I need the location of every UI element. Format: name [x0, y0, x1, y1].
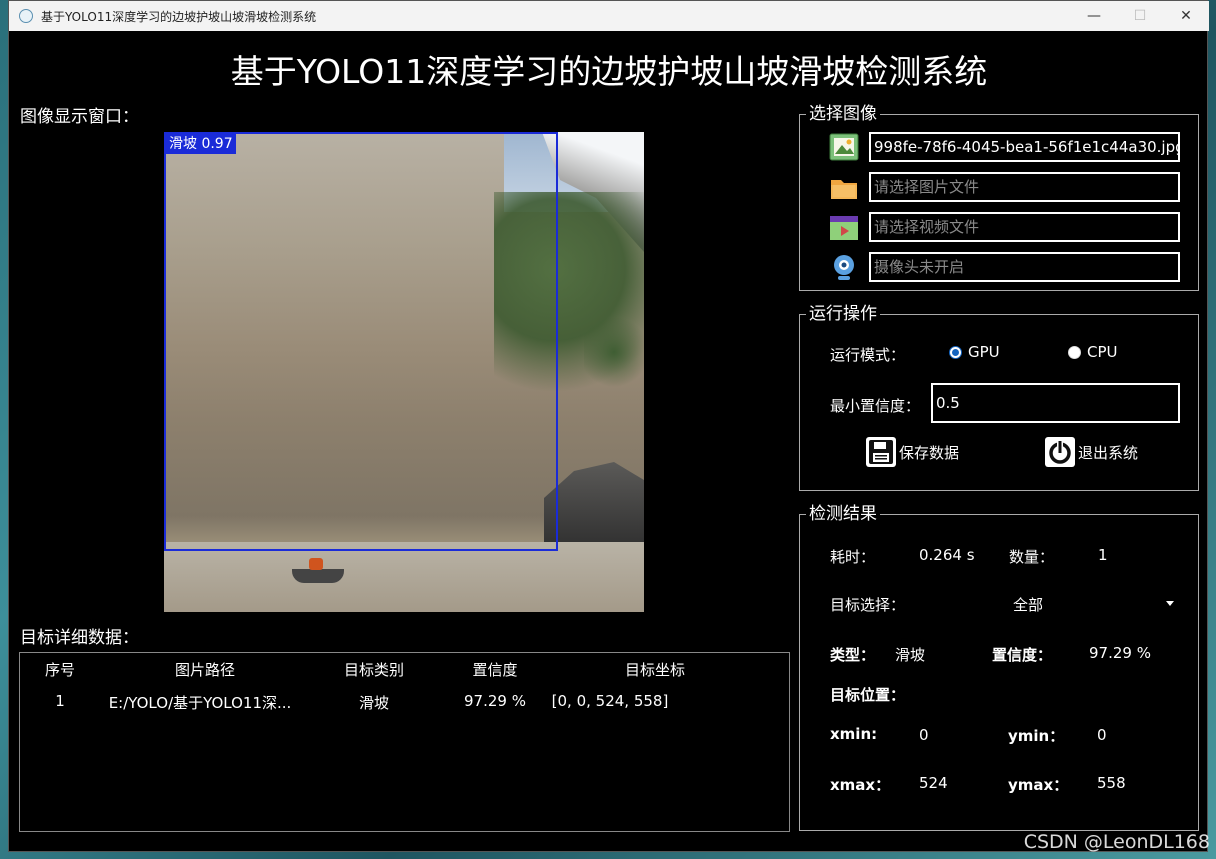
exit-system-label: 退出系统 [1078, 443, 1139, 462]
mode-label: 运行模式： [830, 346, 906, 364]
xmax-label: xmax： [830, 776, 891, 794]
ymin-value: 0 [1097, 726, 1107, 744]
count-value: 1 [1098, 546, 1108, 564]
app-icon [19, 9, 33, 23]
xmin-value: 0 [919, 726, 929, 744]
watermark: CSDN @LeonDL168 [1023, 831, 1210, 853]
power-icon [1045, 437, 1075, 467]
run-ops-group: 运行操作 运行模式： GPU CPU 最小置信度： 0.5 保存数据 退出系统 [799, 303, 1199, 491]
detection-table: 序号 图片路径 目标类别 置信度 目标坐标 1 E:/YOLO/基于YOLO11… [19, 652, 790, 832]
table-cell-class: 滑坡 [358, 694, 389, 712]
results-group: 检测结果 耗时： 0.264 s 数量： 1 目标选择： 全部 类型： 滑坡 置… [799, 503, 1199, 831]
camera-icon[interactable] [829, 252, 859, 282]
image-vegetation-2 [584, 312, 644, 392]
image-rocks [544, 462, 644, 552]
select-image-title: 选择图像 [806, 103, 880, 125]
chevron-down-icon[interactable] [1166, 601, 1174, 606]
table-header-confidence: 置信度 [472, 661, 518, 679]
image-file-field[interactable]: 998fe-78f6-4045-bea1-56f1e1c44a30.jpg [869, 132, 1180, 162]
video-file-field[interactable]: 请选择视频文件 [869, 212, 1180, 242]
detection-image: 滑坡 0.97 [164, 132, 644, 612]
window-title: 基于YOLO11深度学习的边坡护坡山坡滑坡检测系统 [41, 9, 317, 24]
min-confidence-input[interactable]: 0.5 [931, 383, 1180, 423]
target-select-value[interactable]: 全部 [1013, 594, 1043, 615]
exit-system-button[interactable]: 退出系统 [1045, 437, 1138, 467]
image-icon[interactable] [829, 132, 859, 162]
image-boat [292, 569, 344, 583]
save-data-label: 保存数据 [899, 443, 960, 462]
table-header-coordinates: 目标坐标 [624, 661, 685, 679]
target-select-label: 目标选择： [830, 596, 906, 614]
minimize-button[interactable]: — [1071, 1, 1117, 31]
save-icon [866, 437, 896, 467]
app-window: 基于YOLO11深度学习的边坡护坡山坡滑坡检测系统 — ☐ ✕ 基于YOLO11… [8, 0, 1209, 852]
save-data-button[interactable]: 保存数据 [866, 437, 959, 467]
confidence-label: 置信度： [992, 646, 1053, 664]
table-header-class: 目标类别 [343, 661, 404, 679]
ymin-label: ymin： [1008, 727, 1065, 745]
maximize-button[interactable]: ☐ [1117, 1, 1163, 31]
title-bar: 基于YOLO11深度学习的边坡护坡山坡滑坡检测系统 — ☐ ✕ [9, 1, 1209, 31]
image-panel-label: 图像显示窗口： [20, 107, 139, 127]
type-value: 滑坡 [895, 646, 926, 664]
cpu-radio[interactable] [1068, 346, 1081, 359]
table-cell-coordinates: [0, 0, 524, 558] [551, 692, 669, 710]
gpu-radio[interactable] [949, 346, 962, 359]
min-confidence-label: 最小置信度： [830, 397, 921, 415]
xmax-value: 524 [919, 774, 948, 792]
ymax-label: ymax： [1008, 776, 1069, 794]
folder-icon[interactable] [829, 172, 859, 202]
time-value: 0.264 s [919, 546, 975, 564]
position-label: 目标位置： [830, 686, 906, 704]
results-title: 检测结果 [806, 503, 880, 525]
detection-bounding-box: 滑坡 0.97 [164, 132, 558, 551]
table-cell-index: 1 [55, 692, 65, 710]
table-cell-path: E:/YOLO/基于YOLO11深... [108, 694, 292, 712]
image-folder-field[interactable]: 请选择图片文件 [869, 172, 1180, 202]
time-label: 耗时： [830, 548, 876, 566]
image-boat-crew [309, 558, 323, 570]
select-image-group: 选择图像 998fe-78f6-4045-bea1-56f1e1c44a30.j… [799, 103, 1199, 291]
table-label: 目标详细数据： [20, 628, 139, 648]
table-header-index: 序号 [44, 661, 75, 679]
detection-label: 滑坡 0.97 [166, 134, 236, 154]
run-ops-title: 运行操作 [806, 303, 880, 325]
image-water [164, 542, 644, 612]
gpu-label[interactable]: GPU [968, 343, 1000, 361]
table-cell-confidence: 97.29 % [464, 692, 526, 710]
count-label: 数量： [1009, 548, 1055, 566]
confidence-value: 97.29 % [1089, 644, 1151, 662]
page-title: 基于YOLO11深度学习的边坡护坡山坡滑坡检测系统 [230, 52, 988, 91]
cpu-label[interactable]: CPU [1087, 343, 1118, 361]
video-icon[interactable] [829, 212, 859, 242]
xmin-label: xmin: [830, 725, 878, 743]
camera-field[interactable]: 摄像头未开启 [869, 252, 1180, 282]
close-button[interactable]: ✕ [1163, 1, 1209, 31]
table-header-path: 图片路径 [174, 661, 235, 679]
type-label: 类型： [830, 646, 876, 664]
ymax-value: 558 [1097, 774, 1126, 792]
